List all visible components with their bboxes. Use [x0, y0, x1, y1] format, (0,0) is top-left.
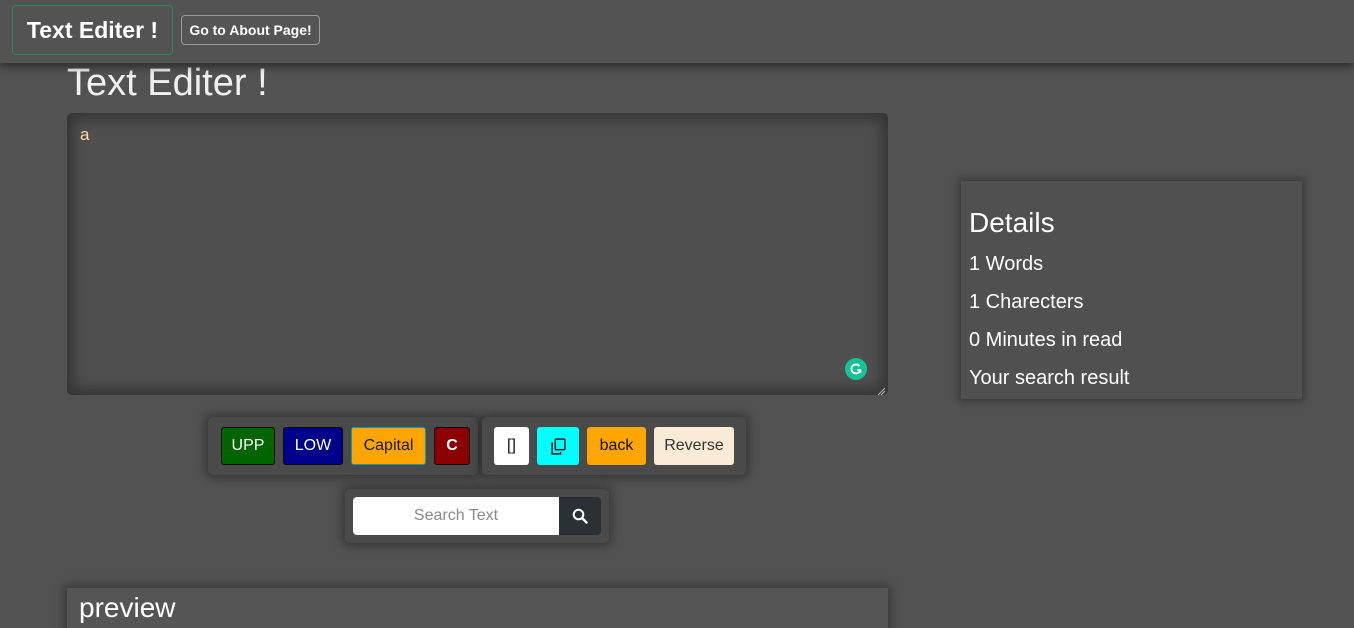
copy-button[interactable]: [537, 427, 579, 465]
word-count: 1 Words: [969, 253, 1044, 275]
brackets-button[interactable]: []: [494, 427, 529, 465]
preview-title: preview: [79, 592, 176, 623]
lowercase-button[interactable]: LOW: [283, 427, 343, 465]
details-panel: Details 1 Words 1 Charecters 0 Minutes i…: [961, 181, 1302, 399]
navbar-brand[interactable]: Text Editer !: [12, 5, 173, 55]
uppercase-button[interactable]: UPP: [221, 427, 275, 465]
read-time: 0 Minutes in read: [969, 329, 1123, 351]
preview-panel: preview: [67, 588, 888, 628]
navbar: Text Editer ! Go to About Page!: [0, 0, 1354, 63]
search-form: [345, 489, 609, 543]
search-icon: [572, 508, 588, 524]
reverse-button[interactable]: Reverse: [654, 427, 734, 465]
search-result: Your search result: [969, 367, 1130, 389]
search-button[interactable]: [559, 497, 601, 535]
details-title: Details: [969, 207, 1055, 238]
character-count: 1 Charecters: [969, 291, 1084, 313]
editor-value: a: [80, 125, 90, 144]
grammarly-icon[interactable]: [845, 358, 867, 380]
case-button-group: UPP LOW Capital C: [208, 417, 478, 475]
clear-button[interactable]: C: [434, 427, 470, 465]
capitalize-button[interactable]: Capital: [351, 427, 426, 465]
copy-icon: [550, 437, 566, 455]
about-page-button[interactable]: Go to About Page!: [181, 15, 320, 45]
page-title: Text Editer !: [67, 62, 268, 104]
utility-button-group: [] back Reverse: [482, 417, 746, 475]
resize-handle-icon[interactable]: [876, 383, 886, 396]
search-input[interactable]: [353, 497, 559, 535]
back-button[interactable]: back: [587, 427, 646, 465]
text-editor-textarea[interactable]: a: [67, 113, 888, 395]
